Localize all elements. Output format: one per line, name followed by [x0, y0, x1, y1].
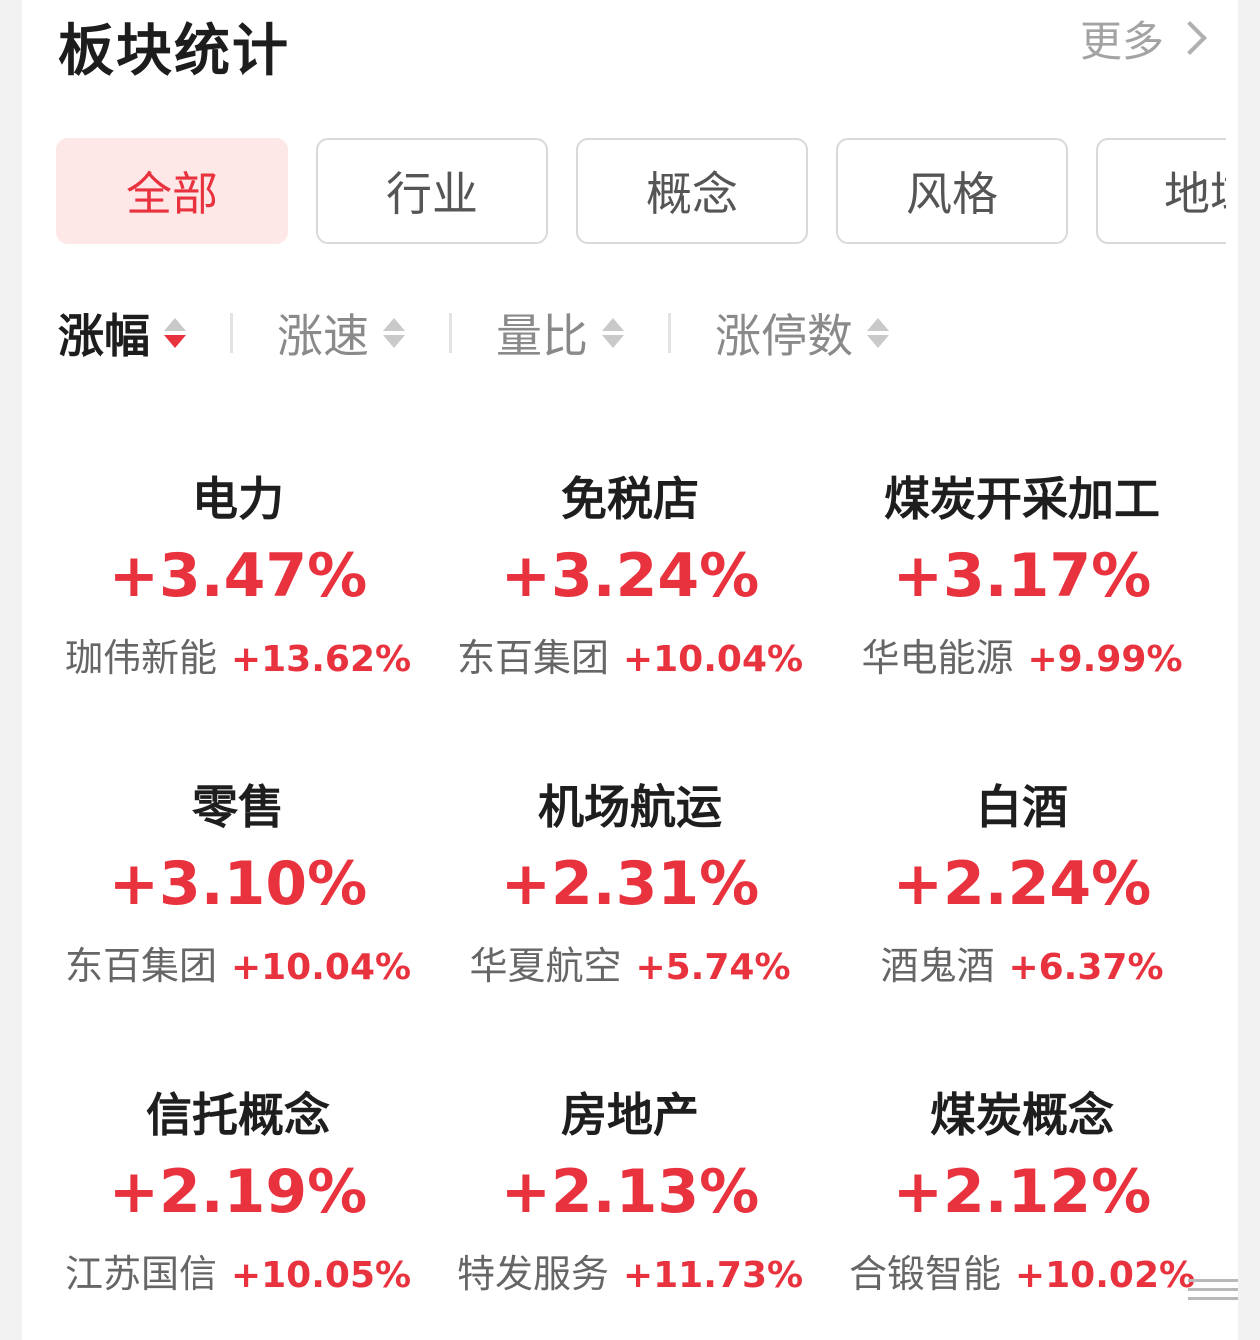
tab-concept[interactable]: 概念: [576, 138, 808, 244]
chevron-right-icon: [1173, 21, 1207, 55]
leading-stock: 江苏国信 +10.05%: [64, 1252, 412, 1296]
sector-card[interactable]: 白酒 +2.24% 酒鬼酒 +6.37%: [826, 772, 1218, 1062]
leading-stock: 华电能源 +9.99%: [861, 636, 1183, 680]
sector-name: 免税店: [561, 472, 699, 526]
sector-change: +2.31%: [500, 849, 760, 919]
tab-industry[interactable]: 行业: [316, 138, 548, 244]
sector-stats-panel: 板块统计 更多 全部 行业 概念 风格 地域 涨幅 涨速 量比 涨停数: [22, 0, 1238, 1340]
leading-stock: 东百集团 +10.04%: [456, 636, 804, 680]
divider: [449, 313, 452, 353]
sector-card[interactable]: 房地产 +2.13% 特发服务 +11.73%: [434, 1080, 826, 1340]
sector-card[interactable]: 免税店 +3.24% 东百集团 +10.04%: [434, 464, 826, 754]
sector-card[interactable]: 机场航运 +2.31% 华夏航空 +5.74%: [434, 772, 826, 1062]
tab-region[interactable]: 地域: [1096, 138, 1226, 244]
divider: [230, 313, 233, 353]
tab-all[interactable]: 全部: [56, 138, 288, 244]
leading-stock: 珈伟新能 +13.62%: [64, 636, 412, 680]
tab-style[interactable]: 风格: [836, 138, 1068, 244]
sector-change: +2.24%: [892, 849, 1152, 919]
sector-card[interactable]: 电力 +3.47% 珈伟新能 +13.62%: [42, 464, 434, 754]
more-label: 更多: [1079, 16, 1164, 66]
sort-arrows-icon: [164, 318, 186, 348]
page-title: 板块统计: [58, 19, 290, 84]
sort-speed[interactable]: 涨速: [277, 300, 405, 366]
sector-card[interactable]: 信托概念 +2.19% 江苏国信 +10.05%: [42, 1080, 434, 1340]
sector-card[interactable]: 零售 +3.10% 东百集团 +10.04%: [42, 772, 434, 1062]
sector-change: +3.24%: [500, 541, 760, 611]
sector-name: 煤炭概念: [930, 1088, 1114, 1142]
sort-arrows-icon: [867, 318, 889, 348]
leading-stock: 特发服务 +11.73%: [456, 1252, 804, 1296]
sector-name: 煤炭开采加工: [884, 472, 1160, 526]
leading-stock: 东百集团 +10.04%: [64, 944, 412, 988]
leading-stock: 酒鬼酒 +6.37%: [880, 944, 1164, 988]
sector-change: +2.12%: [892, 1157, 1152, 1227]
sector-card[interactable]: 煤炭概念 +2.12% 合锻智能 +10.02%: [826, 1080, 1218, 1340]
leading-stock: 合锻智能 +10.02%: [848, 1252, 1196, 1296]
menu-handle-icon[interactable]: [1188, 1279, 1238, 1300]
sort-bar: 涨幅 涨速 量比 涨停数: [58, 300, 889, 366]
sector-name: 机场航运: [538, 780, 722, 834]
sector-name: 零售: [192, 780, 284, 834]
sector-name: 信托概念: [146, 1088, 330, 1142]
sort-volume-ratio[interactable]: 量比: [496, 300, 624, 366]
more-button[interactable]: 更多: [1080, 12, 1208, 66]
category-tabs: 全部 行业 概念 风格 地域: [56, 138, 1226, 244]
sector-name: 电力: [192, 472, 284, 526]
sort-limit-up-count[interactable]: 涨停数: [715, 300, 889, 366]
leading-stock: 华夏航空 +5.74%: [469, 944, 791, 988]
sector-change: +2.19%: [108, 1157, 368, 1227]
sector-name: 白酒: [976, 780, 1068, 834]
header: 板块统计 更多: [58, 0, 1208, 90]
divider: [668, 313, 671, 353]
sector-change: +3.47%: [108, 541, 368, 611]
sector-name: 房地产: [561, 1088, 699, 1142]
sector-change: +3.10%: [108, 849, 368, 919]
sort-arrows-icon: [383, 318, 405, 348]
sort-change[interactable]: 涨幅: [58, 300, 186, 366]
sector-change: +2.13%: [500, 1157, 760, 1227]
sector-card[interactable]: 煤炭开采加工 +3.17% 华电能源 +9.99%: [826, 464, 1218, 754]
sort-arrows-icon: [602, 318, 624, 348]
sector-change: +3.17%: [892, 541, 1152, 611]
